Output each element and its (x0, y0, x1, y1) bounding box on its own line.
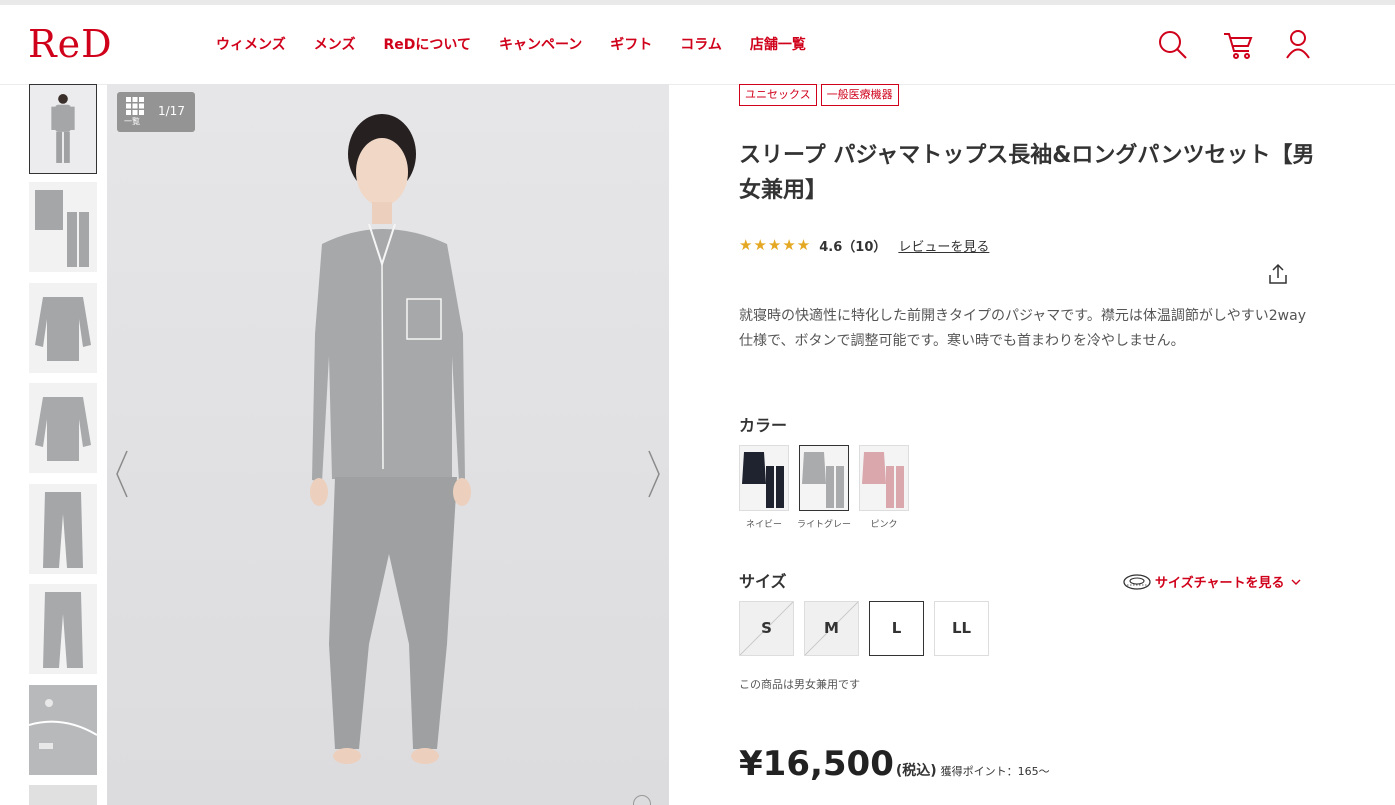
tape-measure-icon (1123, 573, 1151, 590)
color-name-pink: ピンク (870, 520, 898, 530)
thumbnail[interactable] (29, 283, 97, 373)
size-chart-label: サイズチャートを見る (1155, 576, 1285, 591)
nav-item-mens[interactable]: メンズ (314, 36, 356, 54)
size-chart-link[interactable]: サイズチャートを見る (1122, 572, 1302, 591)
size-option-l[interactable]: L (869, 601, 924, 656)
tag-medical-device: 一般医療機器 (820, 84, 899, 106)
thumbnail[interactable] (29, 84, 97, 174)
tax-label: (税込) (895, 763, 937, 779)
thumbnail[interactable] (29, 685, 97, 775)
size-label: サイズ (739, 572, 787, 591)
color-name-navy: ネイビー (745, 520, 782, 530)
thumbnail[interactable] (29, 584, 97, 674)
tag-unisex: ユニセックス (739, 84, 817, 106)
size-label-m: M (824, 619, 839, 637)
size-label-l: L (891, 619, 902, 637)
chevron-down-icon (1291, 579, 1301, 585)
nav-item-about[interactable]: ReDについて (383, 36, 470, 54)
main-product-image[interactable]: 一覧 1/17 (107, 84, 669, 805)
size-option-m[interactable]: M (804, 601, 859, 656)
size-label-s: S (761, 619, 772, 637)
size-label-ll: LL (951, 619, 972, 637)
thumbnail[interactable] (29, 484, 97, 574)
brand-logo[interactable]: ReD (28, 22, 113, 66)
user-icon[interactable] (1280, 27, 1316, 63)
cart-icon[interactable] (1220, 27, 1256, 63)
model-photo (310, 114, 471, 764)
color-swatch-pink[interactable] (859, 445, 909, 511)
share-icon[interactable] (1266, 262, 1290, 286)
main-nav: ウィメンズ メンズ ReDについて キャンペーン ギフト コラム 店舗一覧 (216, 36, 834, 54)
prev-image-arrow-icon[interactable] (115, 449, 129, 499)
nav-item-womens[interactable]: ウィメンズ (216, 36, 286, 54)
nav-item-gift[interactable]: ギフト (610, 36, 652, 54)
rating-value: 4.6（10） (819, 239, 887, 255)
color-name-lightgray: ライトグレー (796, 520, 851, 530)
color-swatch-lightgray[interactable] (799, 445, 849, 511)
thumbnail[interactable] (29, 383, 97, 473)
image-count: 1/17 (158, 104, 185, 118)
grid-label: 一覧 (124, 117, 140, 126)
color-label: カラー (739, 416, 788, 435)
product-tags: ユニセックス 一般医療機器 (739, 84, 899, 106)
grid-icon (126, 97, 144, 115)
rating-stars-icon: ★★★★★ (739, 236, 812, 254)
price-row: ¥16,500 (税込) 獲得ポイント：165〜 (739, 744, 1050, 784)
search-icon[interactable] (1155, 27, 1191, 63)
nav-item-campaign[interactable]: キャンペーン (499, 36, 582, 54)
color-swatch-navy[interactable] (739, 445, 789, 511)
size-option-s[interactable]: S (739, 601, 794, 656)
thumbnail[interactable] (29, 182, 97, 272)
unisex-note: この商品は男女兼用です (739, 678, 860, 691)
image-counter[interactable]: 一覧 1/17 (117, 92, 195, 132)
review-link[interactable]: レビューを見る (898, 236, 989, 255)
price-value: ¥16,500 (739, 744, 894, 784)
size-option-ll[interactable]: LL (934, 601, 989, 656)
nav-item-column[interactable]: コラム (680, 36, 722, 54)
rating-row: ★★★★★ 4.6（10） レビューを見る (739, 235, 989, 255)
product-title: スリープ パジャマトップス長袖&ロングパンツセット【男女兼用】 (739, 143, 1315, 203)
nav-item-stores[interactable]: 店舗一覧 (750, 36, 806, 54)
site-header: ReD ウィメンズ メンズ ReDについて キャンペーン ギフト コラム 店舗一… (0, 5, 1395, 85)
thumbnail[interactable] (29, 785, 97, 805)
next-image-arrow-icon[interactable] (647, 449, 661, 499)
points-label: 獲得ポイント：165〜 (940, 765, 1050, 778)
product-description: 就寝時の快適性に特化した前開きタイプのパジャマです。襟元は体温調節がしやすい2w… (739, 308, 1306, 349)
